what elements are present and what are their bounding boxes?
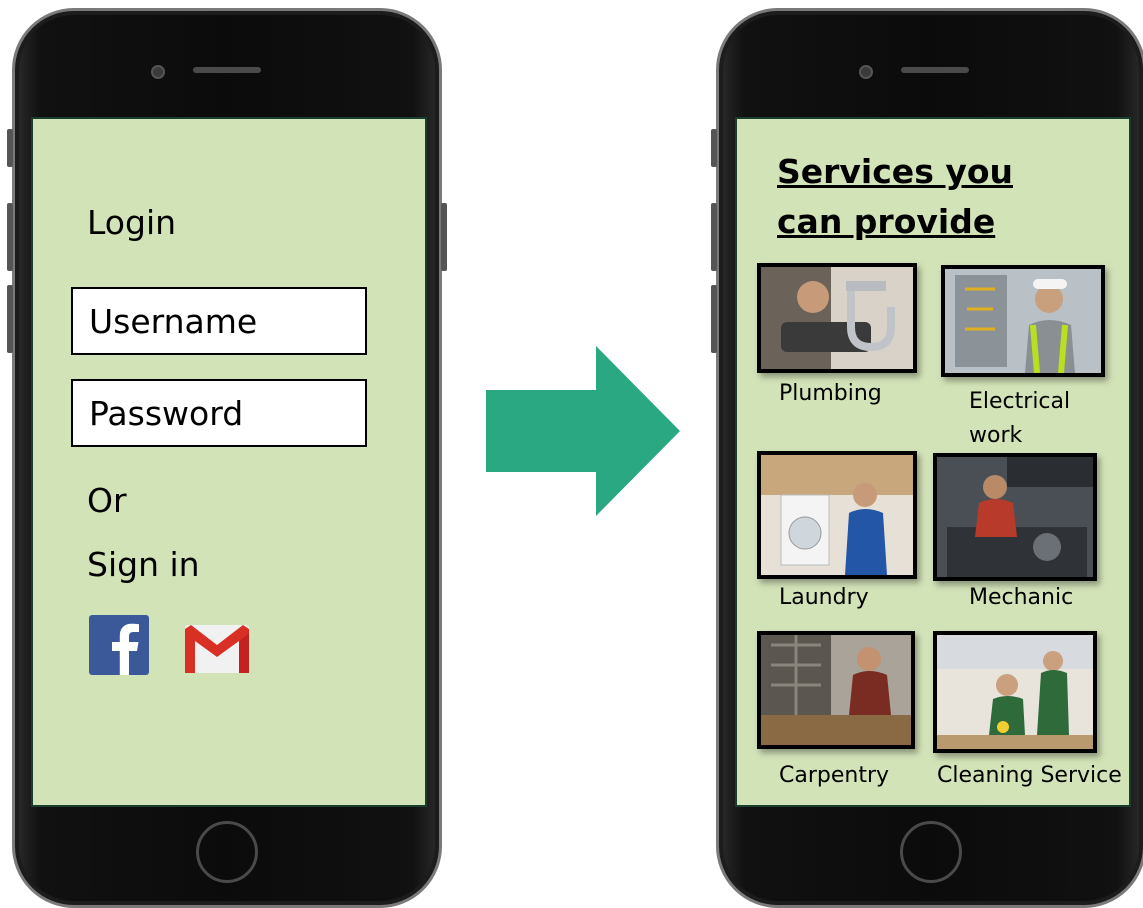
username-field[interactable]: Username [71, 287, 367, 355]
services-screen: Services you can provide Plumbing Electr… [735, 117, 1131, 807]
volume-down-button [7, 285, 13, 353]
mechanic-label: Mechanic [969, 585, 1074, 610]
services-heading: Services you can provide [777, 147, 1013, 247]
carpentry-photo[interactable] [757, 631, 915, 749]
login-screen: Login Username Password Or Sign in [31, 117, 427, 807]
power-button [441, 203, 447, 271]
right-arrow-icon [486, 346, 680, 516]
volume-down-button [711, 285, 717, 353]
mechanic-photo[interactable] [933, 453, 1097, 581]
laundry-photo[interactable] [757, 451, 917, 579]
heading-line-2: can provide [777, 202, 996, 241]
speaker-grille [193, 67, 261, 73]
cleaning-photo[interactable] [933, 631, 1097, 753]
cleaning-label: Cleaning Service [937, 763, 1122, 788]
gmail-icon[interactable] [185, 625, 249, 673]
heading-line-1: Services you [777, 152, 1013, 191]
electrical-photo[interactable] [941, 265, 1105, 377]
login-phone: Login Username Password Or Sign in [7, 8, 447, 908]
carpentry-label: Carpentry [779, 763, 890, 788]
speaker-grille [901, 67, 969, 73]
home-button [196, 821, 258, 883]
electrical-label-line-1: Electrical [969, 389, 1071, 414]
electrical-label-line-2: work [969, 423, 1023, 448]
password-field[interactable]: Password [71, 379, 367, 447]
login-title: Login [87, 203, 177, 242]
plumbing-photo[interactable] [757, 263, 917, 373]
electrical-label: Electrical work [969, 385, 1070, 453]
camera-icon [859, 65, 873, 79]
or-text: Or [87, 481, 127, 520]
home-button [900, 821, 962, 883]
mute-switch [7, 129, 13, 167]
mute-switch [711, 129, 717, 167]
camera-icon [151, 65, 165, 79]
facebook-icon[interactable] [89, 615, 149, 675]
laundry-label: Laundry [779, 585, 869, 610]
plumbing-label: Plumbing [779, 381, 882, 406]
sign-in-text: Sign in [87, 545, 200, 584]
services-phone: Services you can provide Plumbing Electr… [711, 8, 1143, 908]
volume-up-button [711, 203, 717, 271]
volume-up-button [7, 203, 13, 271]
